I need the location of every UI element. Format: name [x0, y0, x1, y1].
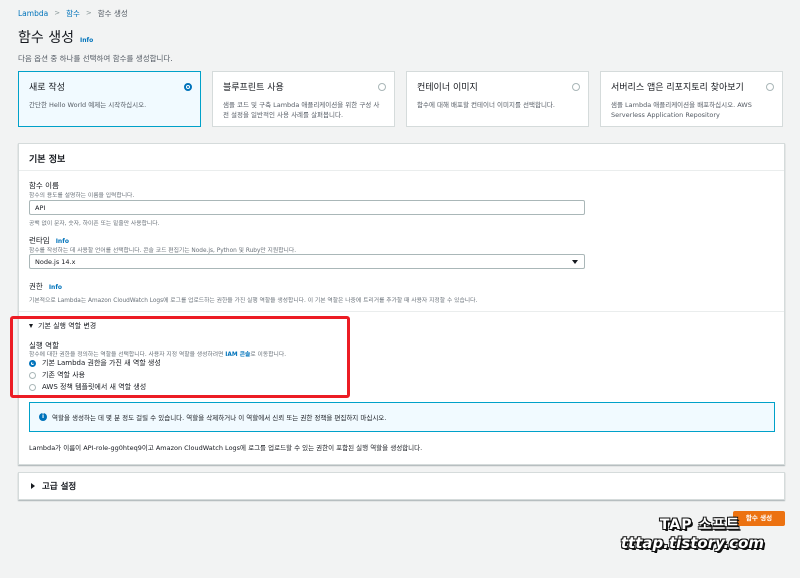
- caret-down-icon: [572, 260, 578, 264]
- info-icon: i: [39, 413, 47, 421]
- tile-radio[interactable]: [378, 83, 386, 91]
- breadcrumb-lambda-link[interactable]: Lambda: [18, 9, 48, 18]
- tile-use-blueprint[interactable]: 블루프린트 사용 샘플 코드 및 구축 Lambda 애플리케이션을 위한 구성…: [212, 71, 395, 127]
- creation-option-tiles: 새로 작성 간단한 Hello World 예제는 시작하십시오. 블루프린트 …: [18, 71, 785, 127]
- breadcrumb-functions-link[interactable]: 함수: [66, 8, 80, 19]
- permission-info-link[interactable]: Info: [49, 284, 62, 291]
- tile-serverless-repo[interactable]: 서버리스 앱은 리포지토리 찾아보기 샘플 Lambda 애플리케이션을 배포하…: [600, 71, 783, 127]
- page-description: 다음 옵션 중 하나를 선택하여 함수를 생성합니다.: [18, 54, 173, 63]
- runtime-info-link[interactable]: Info: [56, 238, 69, 245]
- tile-description: 샘플 코드 및 구축 Lambda 애플리케이션을 위한 구성 사전 설정을 일…: [223, 101, 380, 119]
- permission-help: 기본적으로 Lambda는 Amazon CloudWatch Logs에 로그…: [29, 298, 478, 304]
- page-title: 함수 생성: [18, 30, 74, 46]
- breadcrumb-current: 함수 생성: [97, 8, 128, 18]
- advanced-settings-panel[interactable]: 고급 설정: [18, 472, 785, 500]
- function-name-help: 함수의 용도를 설명하는 이름을 입력합니다.: [29, 193, 135, 199]
- tile-description: 간단한 Hello World 예제는 시작하십시오.: [29, 101, 147, 109]
- highlight-box: [10, 316, 350, 398]
- breadcrumb: Lambda > 함수 > 함수 생성: [18, 7, 128, 19]
- function-name-constraint: 공백 없이 문자, 숫자, 하이픈 또는 밑줄만 사용합니다.: [29, 221, 160, 227]
- title-info-link[interactable]: Info: [80, 37, 93, 44]
- chevron-right-icon: >: [85, 9, 92, 17]
- tile-radio[interactable]: [572, 83, 580, 91]
- advanced-settings-label: 고급 설정: [42, 482, 77, 492]
- tile-container-image[interactable]: 컨테이너 이미지 함수에 대해 배포할 컨테이너 이미지를 선택합니다.: [406, 71, 589, 127]
- basic-info-panel: 기본 정보 함수 이름 함수의 용도를 설명하는 이름을 입력합니다. API …: [10, 143, 785, 465]
- divider: [19, 311, 784, 312]
- panel-header: 기본 정보: [19, 144, 784, 171]
- tile-title: 컨테이너 이미지: [417, 83, 478, 93]
- watermark-line1: TAP 소프트: [659, 517, 740, 533]
- runtime-select-value: Node.js 14.x: [35, 258, 76, 266]
- role-info-alert: i 역할을 생성하는 데 몇 분 정도 걸릴 수 있습니다. 역할을 삭제하거나…: [29, 402, 775, 432]
- function-name-input[interactable]: API: [29, 200, 585, 215]
- permission-label: 권한 Info: [29, 281, 62, 292]
- tile-author-from-scratch[interactable]: 새로 작성 간단한 Hello World 예제는 시작하십시오.: [18, 71, 201, 127]
- runtime-select[interactable]: Node.js 14.x: [29, 254, 585, 269]
- watermark-line2: tttap.tistory.com: [620, 534, 764, 552]
- tile-title: 블루프린트 사용: [223, 83, 284, 93]
- runtime-help: 함수를 작성하는 데 사용할 언어를 선택합니다. 콘솔 코드 편집기는 Nod…: [29, 248, 297, 254]
- chevron-right-icon: >: [54, 9, 61, 17]
- tile-radio[interactable]: [766, 83, 774, 91]
- tile-title: 서버리스 앱은 리포지토리 찾아보기: [611, 83, 744, 93]
- tile-description: 함수에 대해 배포할 컨테이너 이미지를 선택합니다.: [417, 101, 555, 109]
- tile-radio[interactable]: [184, 83, 192, 91]
- alert-text: 역할을 생성하는 데 몇 분 정도 걸릴 수 있습니다. 역할을 삭제하거나 이…: [52, 414, 387, 422]
- tile-title: 새로 작성: [29, 83, 65, 93]
- permission-label-text: 권한: [29, 282, 43, 291]
- create-function-button[interactable]: 함수 생성: [733, 511, 785, 526]
- role-summary-text: Lambda가 이름이 API-role-gg0hteq9이고 Amazon C…: [29, 444, 423, 452]
- page-title-row: 함수 생성 Info: [18, 27, 93, 47]
- caret-right-icon: [31, 483, 35, 489]
- tile-description: 샘플 Lambda 애플리케이션을 배포하십시오. AWS Serverless…: [611, 101, 752, 119]
